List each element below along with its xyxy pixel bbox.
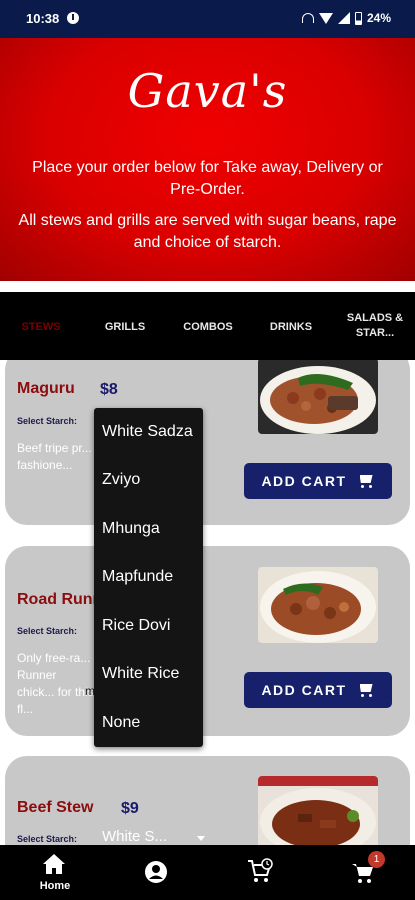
dropdown-option[interactable]: None	[102, 714, 140, 732]
starch-label: Select Starch:	[17, 416, 78, 426]
starch-dropdown-menu: White Sadza Zviyo Mhunga Mapfunde Rice D…	[94, 408, 203, 747]
food-image	[258, 776, 378, 845]
dropdown-option[interactable]: Mapfunde	[102, 568, 173, 586]
chevron-down-icon	[197, 836, 205, 841]
add-cart-button[interactable]: ADD CART	[244, 463, 392, 499]
wifi-icon	[318, 12, 333, 24]
tab-salads-starch[interactable]: SALADS & STAR...	[346, 311, 404, 341]
starch-select[interactable]: White S...	[102, 828, 167, 845]
tab-stews[interactable]: STEWS	[20, 320, 62, 335]
status-right: 24%	[301, 11, 391, 25]
notification-icon	[67, 12, 79, 24]
category-tabs: STEWS GRILLS COMBOS DRINKS SALADS & STAR…	[0, 292, 415, 360]
cart-icon	[357, 473, 375, 489]
battery-icon	[354, 11, 362, 25]
food-image	[258, 567, 378, 643]
bottom-nav: Home	[0, 845, 415, 900]
menu-list[interactable]: Maguru $8 Select Starch: Beef tripe pr..…	[0, 360, 415, 845]
signal-icon	[337, 12, 350, 24]
nav-account[interactable]	[143, 860, 169, 886]
dropdown-option[interactable]: White Sadza	[102, 423, 193, 441]
tab-grills[interactable]: GRILLS	[103, 320, 147, 335]
tab-combos[interactable]: COMBOS	[179, 320, 237, 335]
battery-percent: 24%	[366, 11, 391, 25]
hero-order-info: Place your order below for Take away, De…	[32, 159, 383, 198]
item-name: Maguru	[17, 380, 75, 397]
starch-label: Select Starch:	[17, 626, 78, 636]
cart-history-icon	[248, 858, 273, 882]
nav-orders[interactable]	[246, 857, 274, 885]
add-cart-button[interactable]: ADD CART	[244, 672, 392, 708]
tab-drinks[interactable]: DRINKS	[267, 320, 315, 335]
item-name: Beef Stew	[17, 799, 94, 816]
cart-badge: 1	[368, 851, 385, 868]
hero-banner: Gava's Place your order below for Take a…	[0, 38, 415, 281]
item-price: $8	[100, 381, 118, 398]
menu-item-card: Maguru $8 Select Starch: Beef tripe pr..…	[5, 360, 410, 525]
dropdown-option[interactable]: White Rice	[102, 665, 179, 683]
add-cart-label: ADD CART	[261, 473, 347, 489]
dropdown-option[interactable]: Mhunga	[102, 520, 160, 538]
status-time: 10:38	[26, 11, 60, 26]
item-price: $9	[121, 800, 139, 817]
hero-serving-info: All stews and grills are served with sug…	[18, 212, 397, 251]
home-icon	[43, 854, 65, 874]
cart-icon	[357, 682, 375, 698]
account-icon	[145, 861, 167, 883]
brand-logo: Gava's	[127, 64, 288, 118]
food-image	[258, 360, 378, 434]
menu-item-card: Beef Stew $9 Select Starch: White S...	[5, 756, 410, 845]
status-bar: 10:38 24%	[0, 0, 415, 38]
starch-label: Select Starch:	[17, 834, 78, 844]
add-cart-label: ADD CART	[261, 682, 347, 698]
cast-icon	[301, 13, 314, 23]
nav-home-label: Home	[39, 880, 71, 892]
menu-item-card: Road Runn... Select Starch: Only free-ra…	[5, 546, 410, 736]
dropdown-option[interactable]: Rice Dovi	[102, 617, 170, 635]
dropdown-option[interactable]: Zviyo	[102, 471, 140, 489]
